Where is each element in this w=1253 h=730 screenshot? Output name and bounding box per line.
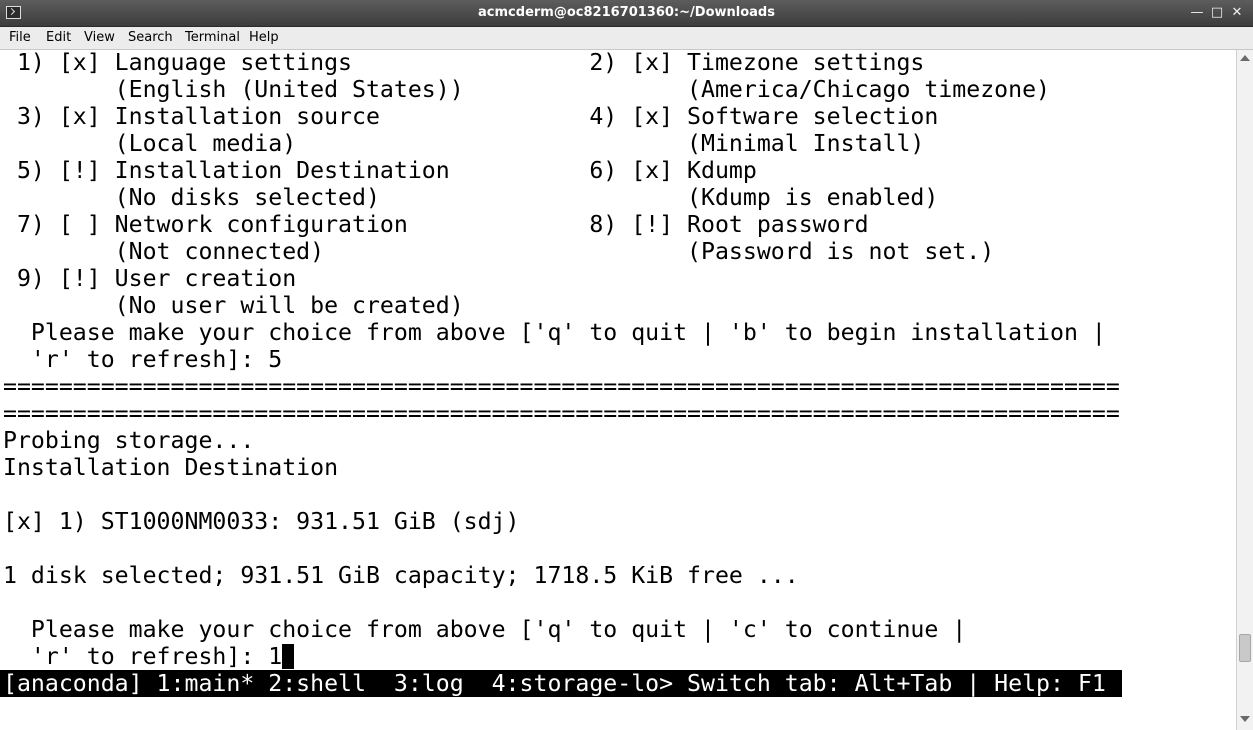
terminal-line: (Local media) (Minimal Install)	[3, 130, 925, 157]
close-button[interactable]: ✕	[1228, 4, 1246, 22]
scroll-up-icon[interactable]	[1240, 55, 1250, 61]
tmux-status-bar: [anaconda] 1:main* 2:shell 3:log 4:stora…	[0, 670, 1122, 697]
scroll-down-icon[interactable]	[1240, 716, 1250, 722]
maximize-button[interactable]: □	[1208, 4, 1226, 22]
menu-terminal[interactable]: Terminal	[185, 30, 240, 45]
disk-summary: 1 disk selected; 931.51 GiB capacity; 17…	[3, 562, 799, 589]
window-title: acmcderm@oc8216701360:~/Downloads	[478, 5, 775, 20]
terminal-line: (No disks selected) (Kdump is enabled)	[3, 184, 939, 211]
terminal-line: Probing storage...	[3, 427, 255, 454]
terminal-line: 3) [x] Installation source 4) [x] Softwa…	[3, 103, 939, 130]
window-titlebar[interactable]: acmcderm@oc8216701360:~/Downloads — □ ✕	[0, 0, 1253, 27]
terminal-line: (English (United States)) (America/Chica…	[3, 76, 1051, 103]
menu-bar: File Edit View Search Terminal Help	[0, 27, 1253, 50]
terminal-line: 5) [!] Installation Destination 6) [x] K…	[3, 157, 757, 184]
terminal-line: (No user will be created)	[3, 292, 464, 319]
disk-entry: [x] 1) ST1000NM0033: 931.51 GiB (sdj)	[3, 508, 520, 535]
terminal-input-text: 'r' to refresh]: 1	[3, 643, 283, 670]
menu-search[interactable]: Search	[128, 30, 173, 45]
terminal-line: 'r' to refresh]: 5	[3, 346, 283, 373]
terminal-line: 7) [ ] Network configuration 8) [!] Root…	[3, 211, 869, 238]
terminal-prompt: Please make your choice from above ['q' …	[3, 616, 967, 643]
scroll-thumb[interactable]	[1239, 634, 1251, 662]
minimize-button[interactable]: —	[1188, 4, 1206, 22]
text-cursor	[282, 644, 295, 669]
separator-line: ========================================…	[3, 373, 1120, 400]
separator-line: ========================================…	[3, 400, 1120, 427]
menu-edit[interactable]: Edit	[46, 30, 71, 45]
terminal-line: (Not connected) (Password is not set.)	[3, 238, 995, 265]
terminal-input-line[interactable]: 'r' to refresh]: 1	[3, 643, 295, 670]
vertical-scrollbar[interactable]	[1236, 50, 1253, 730]
terminal-line: Installation Destination	[3, 454, 339, 481]
menu-file[interactable]: File	[9, 30, 31, 45]
terminal-line: 1) [x] Language settings 2) [x] Timezone…	[3, 50, 925, 76]
terminal-output[interactable]: 1) [x] Language settings 2) [x] Timezone…	[0, 50, 1236, 730]
terminal-line: 9) [!] User creation	[3, 265, 297, 292]
menu-view[interactable]: View	[84, 30, 115, 45]
menu-help[interactable]: Help	[249, 30, 279, 45]
terminal-line: Please make your choice from above ['q' …	[3, 319, 1106, 346]
